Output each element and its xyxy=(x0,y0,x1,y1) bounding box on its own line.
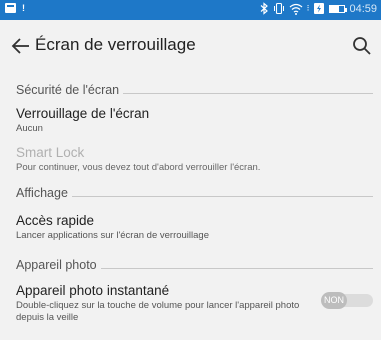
category-display: Affichage xyxy=(16,186,373,200)
category-label: Sécurité de l'écran xyxy=(16,83,120,97)
vibrate-icon xyxy=(273,2,284,15)
pref-title: Smart Lock xyxy=(16,145,85,160)
toggle-knob: NON xyxy=(321,292,347,309)
category-label: Appareil photo xyxy=(16,258,97,272)
pref-summary: Aucun xyxy=(16,123,43,134)
pref-title: Accès rapide xyxy=(16,213,95,228)
page-title: Écran de verrouillage xyxy=(35,35,196,54)
arrow-left-icon[interactable] xyxy=(10,35,32,57)
notification-box-icon xyxy=(5,3,16,13)
notification-exclamation-icon: ! xyxy=(22,3,25,13)
pref-quick-access[interactable]: Accès rapide Lancer applications sur l'é… xyxy=(16,213,373,242)
charging-icon xyxy=(314,3,325,14)
bluetooth-icon xyxy=(260,2,268,15)
pref-summary: Double-cliquez sur la touche de volume p… xyxy=(16,300,300,323)
category-label: Affichage xyxy=(16,186,68,200)
pref-instant-camera[interactable]: Appareil photo instantané Double-cliquez… xyxy=(16,283,311,324)
signal-dots-icon: ⁝ xyxy=(306,3,310,13)
category-divider xyxy=(71,195,373,197)
pref-title: Verrouillage de l'écran xyxy=(16,106,150,121)
status-bar-right: ⁝ 04:59 xyxy=(260,2,377,15)
search-icon[interactable] xyxy=(351,35,373,57)
battery-fill xyxy=(330,5,339,12)
pref-summary: Pour continuer, vous devez tout d'abord … xyxy=(16,162,261,173)
category-divider xyxy=(100,267,373,269)
category-camera: Appareil photo xyxy=(16,258,373,272)
category-screen-security: Sécurité de l'écran xyxy=(16,83,373,97)
status-bar: ! ⁝ 04:59 xyxy=(0,0,381,20)
status-time: 04:59 xyxy=(349,2,377,15)
pref-smart-lock: Smart Lock Pour continuer, vous devez to… xyxy=(16,145,373,174)
pref-screen-lock[interactable]: Verrouillage de l'écran Aucun xyxy=(16,106,373,135)
category-divider xyxy=(123,92,373,94)
status-bar-left: ! xyxy=(5,3,25,13)
pref-summary: Lancer applications sur l'écran de verro… xyxy=(16,230,209,241)
wifi-icon xyxy=(289,3,303,15)
action-bar: Écran de verrouillage xyxy=(0,20,381,70)
battery-icon xyxy=(329,4,348,13)
pref-title: Appareil photo instantané xyxy=(16,283,170,298)
instant-camera-toggle[interactable]: NON xyxy=(321,292,373,309)
